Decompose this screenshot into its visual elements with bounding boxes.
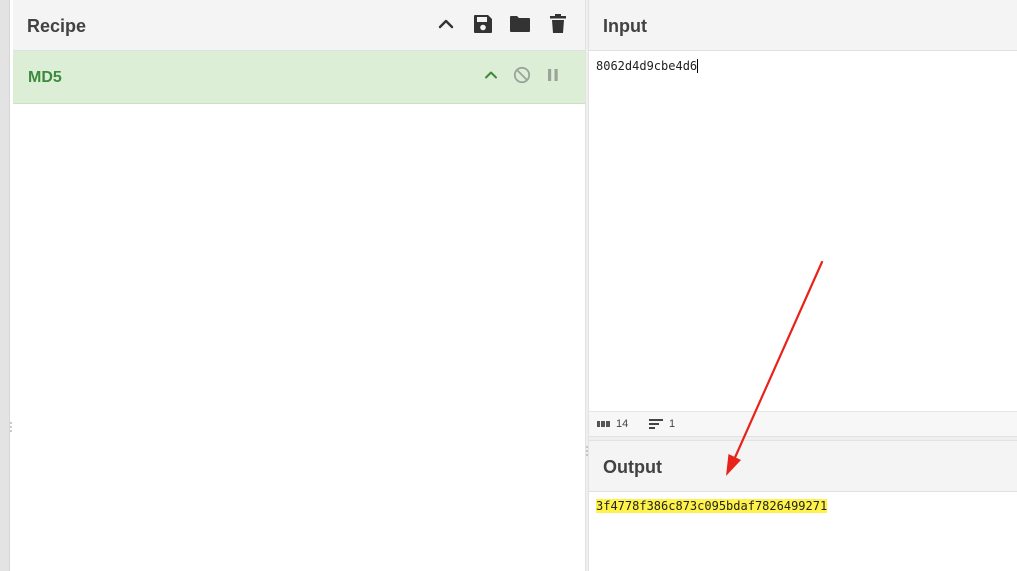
input-lines-stat: 1 (649, 418, 675, 430)
divider-grip (586, 450, 588, 452)
divider-grip (586, 454, 588, 456)
input-length-value: 14 (616, 418, 629, 430)
input-header: Input (589, 0, 1017, 51)
output-textarea[interactable]: 3f4778f386c873c095bdaf7826499271 (589, 492, 1017, 571)
input-title: Input (603, 16, 647, 36)
edge-grip (10, 430, 12, 432)
pause-icon[interactable] (543, 65, 563, 85)
input-value: 8062d4d9cbe4d6 (596, 59, 698, 73)
operation-name: MD5 (28, 69, 62, 86)
text-caret (697, 59, 699, 73)
recipe-panel: Recipe MD5 (13, 0, 585, 571)
chevron-up-icon[interactable] (481, 65, 501, 85)
output-value: 3f4778f386c873c095bdaf7826499271 (596, 499, 828, 513)
input-length-stat: 14 (597, 418, 628, 430)
recipe-title: Recipe (27, 16, 87, 36)
output-title: Output (603, 457, 662, 477)
line-count-icon (649, 419, 663, 429)
save-icon[interactable] (471, 12, 495, 36)
input-textarea[interactable]: 8062d4d9cbe4d6 (589, 51, 1017, 411)
edge-grip (10, 426, 12, 428)
output-text[interactable]: 3f4778f386c873c095bdaf7826499271 (596, 499, 828, 513)
chevron-up-icon[interactable] (434, 12, 458, 36)
character-count-icon (597, 421, 610, 427)
recipe-header: Recipe (13, 0, 585, 51)
disable-icon[interactable] (512, 65, 532, 85)
recipe-operation-md5[interactable]: MD5 (13, 51, 585, 104)
edge-grip (10, 422, 12, 424)
input-status-bar: 14 1 (589, 411, 1017, 436)
left-scroll-edge[interactable] (0, 0, 10, 571)
output-header: Output (589, 441, 1017, 492)
divider-grip (586, 446, 588, 448)
trash-icon[interactable] (546, 12, 570, 36)
folder-icon[interactable] (508, 12, 532, 36)
input-lines-value: 1 (669, 418, 676, 430)
input-text[interactable]: 8062d4d9cbe4d6 (596, 59, 699, 73)
